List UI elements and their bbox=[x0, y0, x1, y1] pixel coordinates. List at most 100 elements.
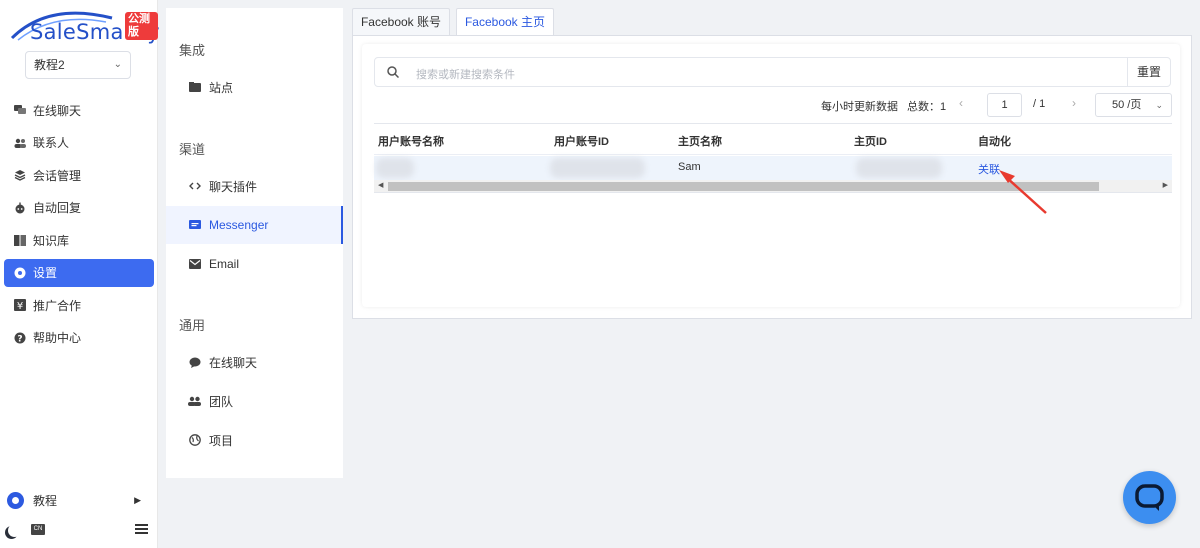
settings-item-sites[interactable]: 站点 bbox=[166, 68, 343, 106]
page-size-value: 50 /页 bbox=[1112, 99, 1142, 111]
chat-widget-icon bbox=[1135, 484, 1164, 511]
workspace-select[interactable]: 教程2 ⌄ bbox=[25, 51, 131, 79]
svg-text:?: ? bbox=[17, 334, 22, 344]
workspace-selected: 教程2 bbox=[34, 58, 65, 72]
tab-facebook-page[interactable]: Facebook 主页 bbox=[456, 8, 554, 36]
sidebar-item-settings[interactable]: 设置 bbox=[4, 258, 154, 287]
settings-nav: 集成 站点 渠道 聊天插件 Messenger Email 通用 在线聊天 团队… bbox=[166, 8, 343, 478]
redacted-user-name bbox=[376, 158, 414, 178]
code-icon bbox=[188, 182, 201, 190]
settings-item-label: 聊天插件 bbox=[209, 179, 258, 194]
folder-icon bbox=[188, 82, 201, 92]
main-content: Facebook 账号 Facebook 主页 搜索或新建搜索条件 重置 每小时… bbox=[352, 6, 1192, 319]
settings-item-chat-plugin[interactable]: 聊天插件 bbox=[166, 167, 343, 205]
sidebar-item-label: 在线聊天 bbox=[33, 103, 82, 118]
sidebar-item-label: 联系人 bbox=[33, 136, 70, 150]
sidebar-item-label: 推广合作 bbox=[33, 298, 82, 313]
settings-icon bbox=[14, 267, 26, 279]
reset-button[interactable]: 重置 bbox=[1127, 58, 1170, 86]
left-nav: SaleSmartly 公测版 教程2 ⌄ 在线聊天 联系人 会话管理 自动回复… bbox=[0, 0, 160, 548]
book-icon bbox=[14, 234, 26, 246]
language-tag[interactable]: CN bbox=[31, 524, 45, 535]
dark-mode-icon[interactable] bbox=[8, 524, 21, 537]
bottom-tools: CN bbox=[8, 522, 150, 540]
search-input[interactable]: 搜索或新建搜索条件 bbox=[416, 66, 515, 82]
collapse-menu-icon[interactable] bbox=[135, 524, 148, 536]
sidebar-item-label: 会话管理 bbox=[33, 168, 82, 183]
page-total: / 1 bbox=[1033, 98, 1046, 110]
section-title-channels: 渠道 bbox=[179, 142, 206, 157]
settings-item-label: Email bbox=[209, 257, 240, 271]
settings-item-live-chat[interactable]: 在线聊天 bbox=[166, 343, 343, 381]
help-icon: ? bbox=[14, 332, 26, 344]
message-square-icon bbox=[188, 219, 201, 231]
settings-item-project[interactable]: 项目 bbox=[166, 421, 343, 459]
redacted-page-id bbox=[856, 158, 942, 178]
yen-icon: ¥ bbox=[14, 299, 26, 311]
page-size-select[interactable]: 50 /页 ⌄ bbox=[1095, 93, 1172, 117]
settings-item-messenger[interactable]: Messenger bbox=[166, 206, 343, 244]
scrollbar-thumb[interactable] bbox=[388, 182, 1099, 191]
brand-logo[interactable]: SaleSmartly 公测版 bbox=[8, 8, 160, 44]
pages-card: 搜索或新建搜索条件 重置 每小时更新数据 总数：1 ‹ 1 / 1 › 50 /… bbox=[362, 44, 1180, 307]
settings-item-label: Messenger bbox=[209, 218, 269, 232]
sidebar-item-knowledge-base[interactable]: 知识库 bbox=[4, 226, 154, 254]
settings-item-team[interactable]: 团队 bbox=[166, 382, 343, 420]
globe-icon bbox=[188, 434, 201, 446]
column-header-page-name: 主页名称 bbox=[678, 136, 722, 148]
sidebar-item-label: 知识库 bbox=[33, 233, 70, 248]
sidebar-item-conversations[interactable]: 会话管理 bbox=[4, 161, 154, 189]
robot-icon bbox=[14, 202, 26, 214]
table-header: 用户账号名称 用户账号ID 主页名称 主页ID 自动化 bbox=[374, 124, 1172, 155]
settings-item-email[interactable]: Email bbox=[166, 245, 343, 283]
total-count: 总数：1 bbox=[907, 101, 947, 113]
next-page-icon[interactable]: › bbox=[1072, 96, 1076, 110]
sidebar-item-help[interactable]: ? 帮助中心 bbox=[4, 324, 154, 352]
column-header-user-name: 用户账号名称 bbox=[378, 136, 444, 148]
sidebar-item-label: 自动回复 bbox=[33, 201, 82, 215]
sidebar-item-label: 帮助中心 bbox=[33, 331, 82, 345]
redacted-user-id bbox=[550, 158, 645, 178]
chevron-down-icon: ⌄ bbox=[1155, 100, 1163, 110]
settings-item-label: 在线聊天 bbox=[209, 355, 258, 370]
page-number-input[interactable]: 1 bbox=[987, 93, 1022, 117]
sidebar-menu: 在线聊天 联系人 会话管理 自动回复 知识库 设置 ¥ 推广合作 ? 帮助中心 bbox=[0, 96, 158, 356]
sidebar-item-contacts[interactable]: 联系人 bbox=[4, 129, 154, 157]
scroll-right-icon[interactable]: ▶ bbox=[1163, 181, 1168, 189]
sidebar-item-affiliate[interactable]: ¥ 推广合作 bbox=[4, 291, 154, 319]
user-name: 教程 bbox=[33, 493, 58, 508]
tab-facebook-account[interactable]: Facebook 账号 bbox=[352, 8, 450, 36]
annotation-arrow-icon bbox=[999, 170, 1047, 214]
layers-icon bbox=[14, 169, 26, 181]
prev-page-icon[interactable]: ‹ bbox=[959, 96, 963, 110]
team-icon bbox=[188, 396, 201, 406]
section-title-integration: 集成 bbox=[179, 43, 206, 58]
update-note: 每小时更新数据 bbox=[821, 101, 898, 113]
section-title-general: 通用 bbox=[179, 318, 206, 333]
settings-item-label: 项目 bbox=[209, 433, 234, 448]
column-header-automation: 自动化 bbox=[978, 136, 1011, 148]
search-icon bbox=[387, 66, 399, 78]
chat-icon bbox=[14, 104, 26, 116]
sidebar-item-label: 设置 bbox=[33, 266, 58, 280]
chat-widget-button[interactable] bbox=[1123, 471, 1176, 524]
tab-panel: 搜索或新建搜索条件 重置 每小时更新数据 总数：1 ‹ 1 / 1 › 50 /… bbox=[352, 35, 1192, 319]
scroll-left-icon[interactable]: ◀ bbox=[378, 181, 383, 189]
sidebar-item-auto-reply[interactable]: 自动回复 bbox=[4, 194, 154, 222]
column-header-page-id: 主页ID bbox=[854, 136, 887, 148]
caret-right-icon: ▶ bbox=[134, 494, 141, 505]
chevron-down-icon: ⌄ bbox=[113, 59, 122, 70]
contacts-icon bbox=[14, 137, 26, 149]
user-menu[interactable]: 教程 ▶ bbox=[7, 490, 147, 510]
beta-badge: 公测版 bbox=[125, 12, 158, 40]
mail-icon bbox=[188, 259, 201, 269]
avatar bbox=[7, 491, 24, 509]
pagination: 每小时更新数据 总数：1 ‹ 1 / 1 › 50 /页 ⌄ bbox=[362, 93, 1180, 117]
cell-page-name: Sam bbox=[678, 161, 701, 173]
sidebar-item-live-chat[interactable]: 在线聊天 bbox=[4, 96, 154, 124]
svg-text:¥: ¥ bbox=[17, 301, 23, 311]
search-bar[interactable]: 搜索或新建搜索条件 重置 bbox=[374, 57, 1171, 87]
chat-bubble-icon bbox=[188, 357, 201, 368]
settings-item-label: 团队 bbox=[209, 394, 234, 409]
column-header-user-id: 用户账号ID bbox=[554, 136, 609, 148]
